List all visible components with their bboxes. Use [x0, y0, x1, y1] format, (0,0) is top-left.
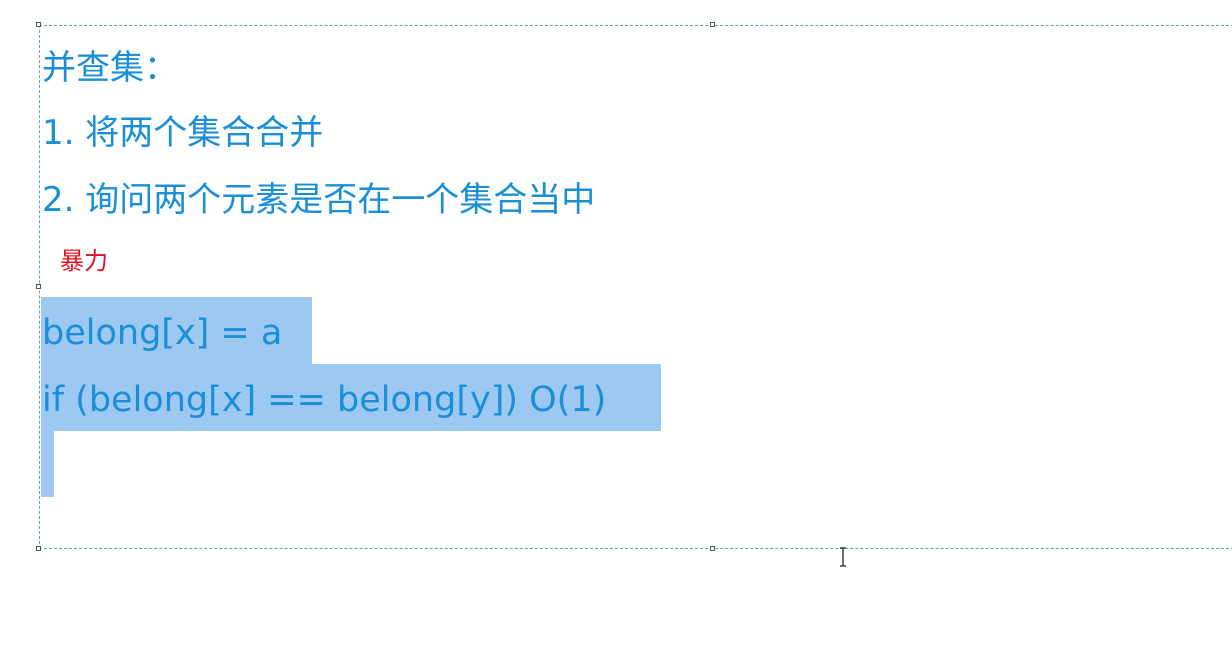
- selection-highlight-line-3: [41, 431, 54, 497]
- resize-handle-middle-left[interactable]: [36, 284, 41, 289]
- code-line-compare[interactable]: if (belong[x] == belong[y]) O(1): [42, 378, 606, 422]
- list-item-query[interactable]: 2. 询问两个元素是否在一个集合当中: [42, 180, 595, 220]
- handwritten-annotation: 暴力: [60, 247, 108, 275]
- resize-handle-bottom-middle[interactable]: [710, 546, 715, 551]
- text-ibeam-cursor-icon: [840, 547, 846, 567]
- heading-union-find[interactable]: 并查集：: [42, 48, 178, 88]
- resize-handle-top-middle[interactable]: [710, 22, 715, 27]
- slide-canvas: 并查集： 1. 将两个集合合并 2. 询问两个元素是否在一个集合当中 暴力 be…: [0, 0, 1232, 648]
- code-line-assign[interactable]: belong[x] = a: [42, 311, 282, 355]
- text-box-frame[interactable]: [39, 25, 1232, 549]
- resize-handle-top-left[interactable]: [36, 22, 41, 27]
- list-item-merge[interactable]: 1. 将两个集合合并: [42, 113, 323, 153]
- resize-handle-bottom-left[interactable]: [36, 546, 41, 551]
